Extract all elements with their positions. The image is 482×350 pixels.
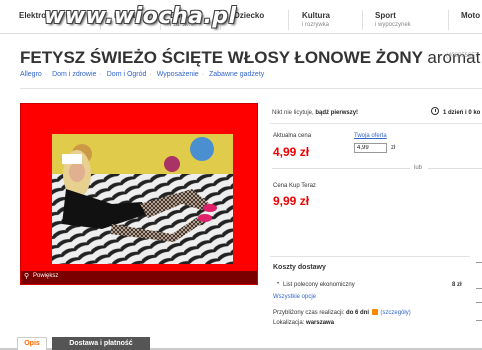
breadcrumb-item-home-health[interactable]: Dom i zdrowie [52, 71, 96, 78]
breadcrumb-separator: · [201, 71, 205, 78]
divider [428, 168, 482, 169]
nav-divider [362, 10, 363, 30]
location-label: Lokalizacja: [273, 320, 305, 326]
product-photo-image [52, 134, 233, 264]
divider [270, 123, 482, 124]
buy-now-label: Cena Kup Teraz [273, 183, 316, 189]
item-id: (403055057 [446, 53, 479, 59]
nav-divider-line [0, 33, 482, 34]
all-shipping-options-link[interactable]: Wszystkie opcje [273, 294, 316, 300]
listing-title: FETYSZ ŚWIEŻO ŚCIĘTE WŁOSY ŁONOWE ŻONY a… [20, 48, 480, 68]
nav-item-sport[interactable]: Sport [375, 11, 396, 20]
delivery-time-label: Przybliżony czas realizacji: [273, 310, 345, 316]
breadcrumb-item-home-garden[interactable]: Dom i Ogród [107, 71, 147, 78]
clock-icon [431, 107, 439, 115]
or-separator: lub [414, 165, 423, 171]
nav-divider [448, 10, 449, 30]
current-price-label: Aktualna cena [273, 133, 312, 139]
breadcrumb-item-furnishing[interactable]: Wyposażenie [157, 71, 199, 78]
shipping-title: Koszty dostawy [273, 264, 326, 271]
divider [270, 256, 470, 257]
listing-title-main: FETYSZ ŚWIEŻO ŚCIĘTE WŁOSY ŁONOWE ŻONY [20, 48, 423, 67]
details-link[interactable]: (szczegóły) [380, 310, 410, 316]
your-offer-label[interactable]: Twoja oferta [354, 133, 387, 139]
breadcrumb-item-gadgets[interactable]: Zabawne gadżety [209, 71, 264, 78]
bid-status-text: Nikt nie licytuje, [272, 110, 314, 116]
current-price: 4,99 zł [273, 145, 310, 159]
offer-input[interactable] [354, 143, 387, 153]
divider [20, 88, 482, 89]
breadcrumb-item-allegro[interactable]: Allegro [20, 71, 42, 78]
magnifier-icon[interactable]: ⚲ [24, 272, 29, 280]
tab-shipping-payment[interactable]: Dostawa i płatność [52, 337, 150, 350]
product-photo[interactable] [52, 134, 233, 264]
location-value: warszawa [306, 320, 335, 326]
shipping-method: List polecony ekonomiczny [283, 282, 355, 288]
offer-currency: zł [391, 145, 396, 151]
nav-divider [288, 10, 289, 30]
nav-item-kids[interactable]: Dziecko [234, 11, 264, 20]
shipping-cost: 8 zł [452, 282, 462, 288]
bid-status-cta: bądź pierwszy! [315, 110, 359, 116]
divider [272, 168, 410, 169]
time-left: 1 dzień i 0 ko [443, 110, 481, 116]
bid-status: Nikt nie licytuje, bądź pierwszy! [272, 110, 358, 116]
nav-sub-culture: i rozrywka [302, 22, 330, 28]
nav-sub-sport: i wypoczynek [375, 22, 411, 28]
delivery-time-value: do 6 dni [346, 310, 370, 316]
breadcrumb-separator: · [149, 71, 152, 78]
nav-item-moto[interactable]: Moto [461, 11, 480, 20]
buy-now-price: 9,99 zł [273, 194, 310, 208]
page-edge-markers [476, 262, 482, 322]
breadcrumb-separator: · [44, 71, 48, 78]
info-icon[interactable] [371, 309, 378, 315]
breadcrumb: Allegro · Dom i zdrowie · Dom i Ogród · Wyp… [20, 71, 264, 78]
nav-item-culture[interactable]: Kultura [302, 11, 330, 20]
list-bullet: • [277, 281, 280, 287]
watermark-logo: www.wiocha.pl [44, 4, 237, 29]
location: Lokalizacja: warszawa [273, 320, 334, 326]
enlarge-link[interactable]: Powiększ [33, 273, 58, 279]
tab-description[interactable]: Opis [17, 337, 47, 350]
breadcrumb-separator: · [99, 71, 102, 78]
delivery-time: Przybliżony czas realizacji: do 6 dni (s… [273, 309, 411, 316]
